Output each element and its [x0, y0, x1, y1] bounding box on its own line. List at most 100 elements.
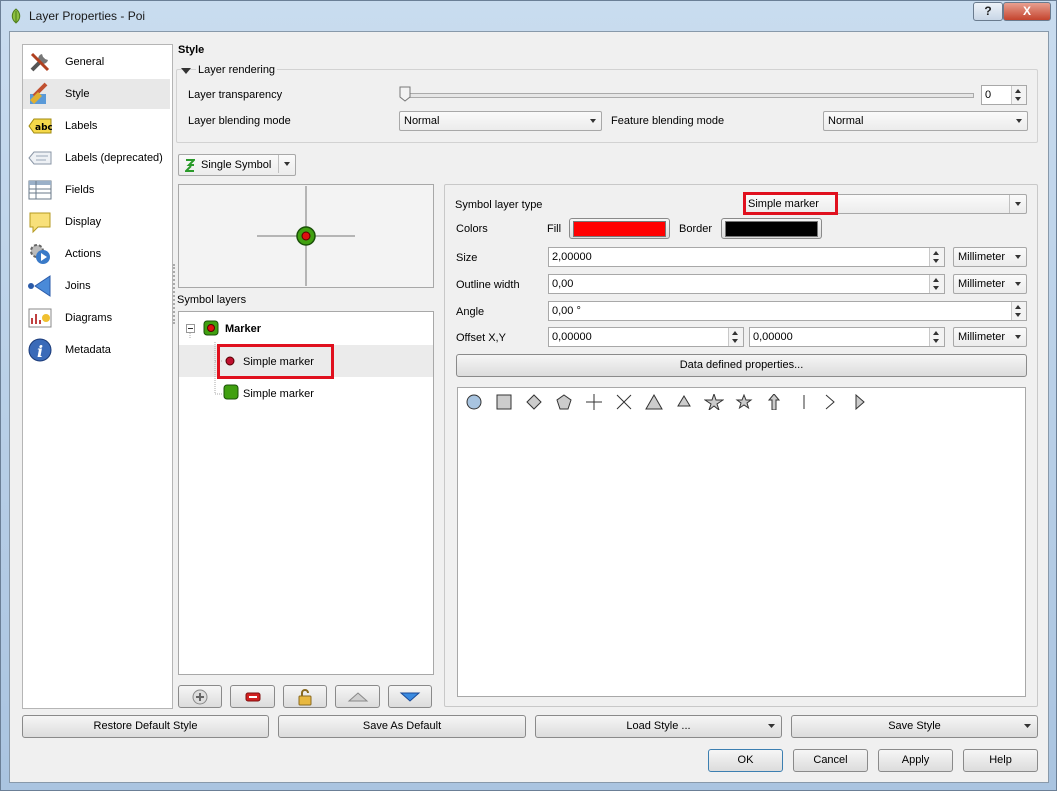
- title-bar: Layer Properties - Poi ? X: [1, 1, 1056, 31]
- nav-item-general[interactable]: General: [23, 47, 170, 77]
- diamond-shape-icon[interactable]: [524, 394, 544, 410]
- spin-arrows[interactable]: [728, 328, 743, 346]
- layer-blending-combo[interactable]: Normal: [399, 111, 602, 131]
- nav-label: Display: [65, 216, 102, 228]
- ok-button[interactable]: OK: [708, 749, 783, 772]
- help-title-button[interactable]: ?: [973, 2, 1003, 21]
- nav-label: Diagrams: [65, 312, 113, 324]
- nav-item-fields[interactable]: Fields: [23, 175, 170, 205]
- load-style-button[interactable]: Load Style ...: [535, 715, 782, 738]
- circle-shape-icon[interactable]: [464, 394, 484, 410]
- nav-item-labels[interactable]: abc Labels: [23, 111, 170, 141]
- fill-label: Fill: [547, 223, 562, 235]
- triangle-shape-icon[interactable]: [644, 394, 664, 410]
- border-color-button[interactable]: [721, 218, 822, 239]
- nav-item-actions[interactable]: Actions: [23, 239, 170, 269]
- window-title: Layer Properties - Poi: [29, 9, 146, 23]
- size-spinbox[interactable]: 2,00000: [548, 247, 945, 267]
- cross-shape-icon[interactable]: [584, 394, 604, 410]
- x-shape-icon[interactable]: [614, 394, 634, 410]
- help-button[interactable]: Help: [963, 749, 1038, 772]
- size-unit-combo[interactable]: Millimeter: [953, 247, 1027, 267]
- transparency-slider[interactable]: [402, 93, 974, 98]
- save-style-button[interactable]: Save Style: [791, 715, 1038, 738]
- spin-arrows[interactable]: [929, 275, 944, 293]
- speech-bubble-icon: [29, 212, 51, 234]
- chevron-down-icon: [1024, 724, 1031, 728]
- layer-properties-window: Layer Properties - Poi ? X General Style…: [0, 0, 1057, 791]
- layer-rendering-title: Layer rendering: [196, 64, 278, 76]
- highlight-symbol-type: [743, 192, 838, 215]
- apply-button[interactable]: Apply: [878, 749, 953, 772]
- tools-icon: [30, 52, 50, 72]
- offset-y-spinbox[interactable]: 0,00000: [749, 327, 945, 347]
- equilateral-triangle-shape-icon[interactable]: [674, 394, 694, 410]
- data-defined-properties-button[interactable]: Data defined properties...: [456, 354, 1027, 377]
- transparency-spinbox[interactable]: 0: [981, 85, 1027, 105]
- nav-item-diagrams[interactable]: Diagrams: [23, 303, 170, 333]
- outline-width-spinbox[interactable]: 0,00: [548, 274, 945, 294]
- splitter-handle[interactable]: [173, 264, 177, 324]
- chevron-down-icon: [1010, 248, 1026, 266]
- qgis-logo-icon: [11, 8, 21, 24]
- nav-item-joins[interactable]: Joins: [23, 271, 170, 301]
- offset-x-spinbox[interactable]: 0,00000: [548, 327, 744, 347]
- feature-blending-combo[interactable]: Normal: [823, 111, 1028, 131]
- nav-item-display[interactable]: Display: [23, 207, 170, 237]
- renderer-combo[interactable]: Single Symbol: [178, 154, 296, 176]
- line-shape-icon[interactable]: [794, 394, 814, 410]
- offset-unit-combo[interactable]: Millimeter: [953, 327, 1027, 347]
- restore-default-style-button[interactable]: Restore Default Style: [22, 715, 269, 738]
- arrow-shape-icon[interactable]: [764, 394, 784, 410]
- nav-item-metadata[interactable]: i Metadata: [23, 335, 170, 365]
- regular-star-shape-icon[interactable]: [734, 394, 754, 410]
- symbol-layers-label: Symbol layers: [177, 294, 247, 306]
- nav-label: General: [65, 56, 105, 68]
- lock-layer-button[interactable]: [283, 685, 327, 708]
- move-up-button[interactable]: [335, 685, 380, 708]
- slider-handle[interactable]: [399, 86, 411, 102]
- nav-item-labels-deprecated[interactable]: Labels (deprecated): [23, 143, 170, 173]
- highlight-simple-marker: [217, 344, 334, 379]
- minus-icon: [245, 692, 260, 702]
- nav-label: Style: [65, 88, 90, 100]
- remove-layer-button[interactable]: [230, 685, 275, 708]
- nav-item-style[interactable]: Style: [23, 79, 170, 109]
- arrowhead-shape-icon[interactable]: [820, 394, 840, 410]
- page-title: Style: [178, 44, 205, 56]
- chevron-down-icon: [1009, 195, 1026, 213]
- chevron-down-icon: [1010, 275, 1026, 293]
- nav-label: Metadata: [65, 344, 111, 356]
- close-window-button[interactable]: X: [1003, 2, 1051, 21]
- diagram-icon: [28, 308, 52, 328]
- chevron-down-icon: [1010, 328, 1026, 346]
- svg-text:abc: abc: [35, 123, 52, 133]
- fill-color-button[interactable]: [569, 218, 670, 239]
- move-down-button[interactable]: [388, 685, 432, 708]
- spin-arrows[interactable]: [929, 328, 944, 346]
- info-icon: i: [28, 338, 52, 362]
- collapse-triangle-icon[interactable]: [180, 66, 192, 76]
- label-deprecated-icon: [28, 151, 52, 165]
- outline-unit-combo[interactable]: Millimeter: [953, 274, 1027, 294]
- outline-width-label: Outline width: [456, 279, 520, 291]
- symbol-preview: [178, 184, 434, 288]
- chevron-down-icon: [278, 155, 295, 173]
- border-color-swatch: [725, 221, 818, 237]
- save-as-default-button[interactable]: Save As Default: [278, 715, 526, 738]
- layer-blending-label: Layer blending mode: [188, 115, 291, 127]
- star-shape-icon[interactable]: [704, 394, 724, 410]
- dialog-client: General Style abc Labels Labels (depreca…: [9, 31, 1049, 783]
- filled-arrowhead-shape-icon[interactable]: [850, 394, 870, 410]
- layer-rendering-group: [176, 69, 1038, 143]
- spin-arrows[interactable]: [1011, 302, 1026, 320]
- svg-text:i: i: [37, 342, 43, 361]
- cancel-button[interactable]: Cancel: [793, 749, 868, 772]
- spin-arrows[interactable]: [929, 248, 944, 266]
- square-shape-icon[interactable]: [494, 394, 514, 410]
- add-layer-button[interactable]: [178, 685, 222, 708]
- single-symbol-icon: [185, 159, 195, 172]
- angle-spinbox[interactable]: 0,00 °: [548, 301, 1027, 321]
- pentagon-shape-icon[interactable]: [554, 394, 574, 410]
- spin-arrows[interactable]: [1011, 86, 1026, 104]
